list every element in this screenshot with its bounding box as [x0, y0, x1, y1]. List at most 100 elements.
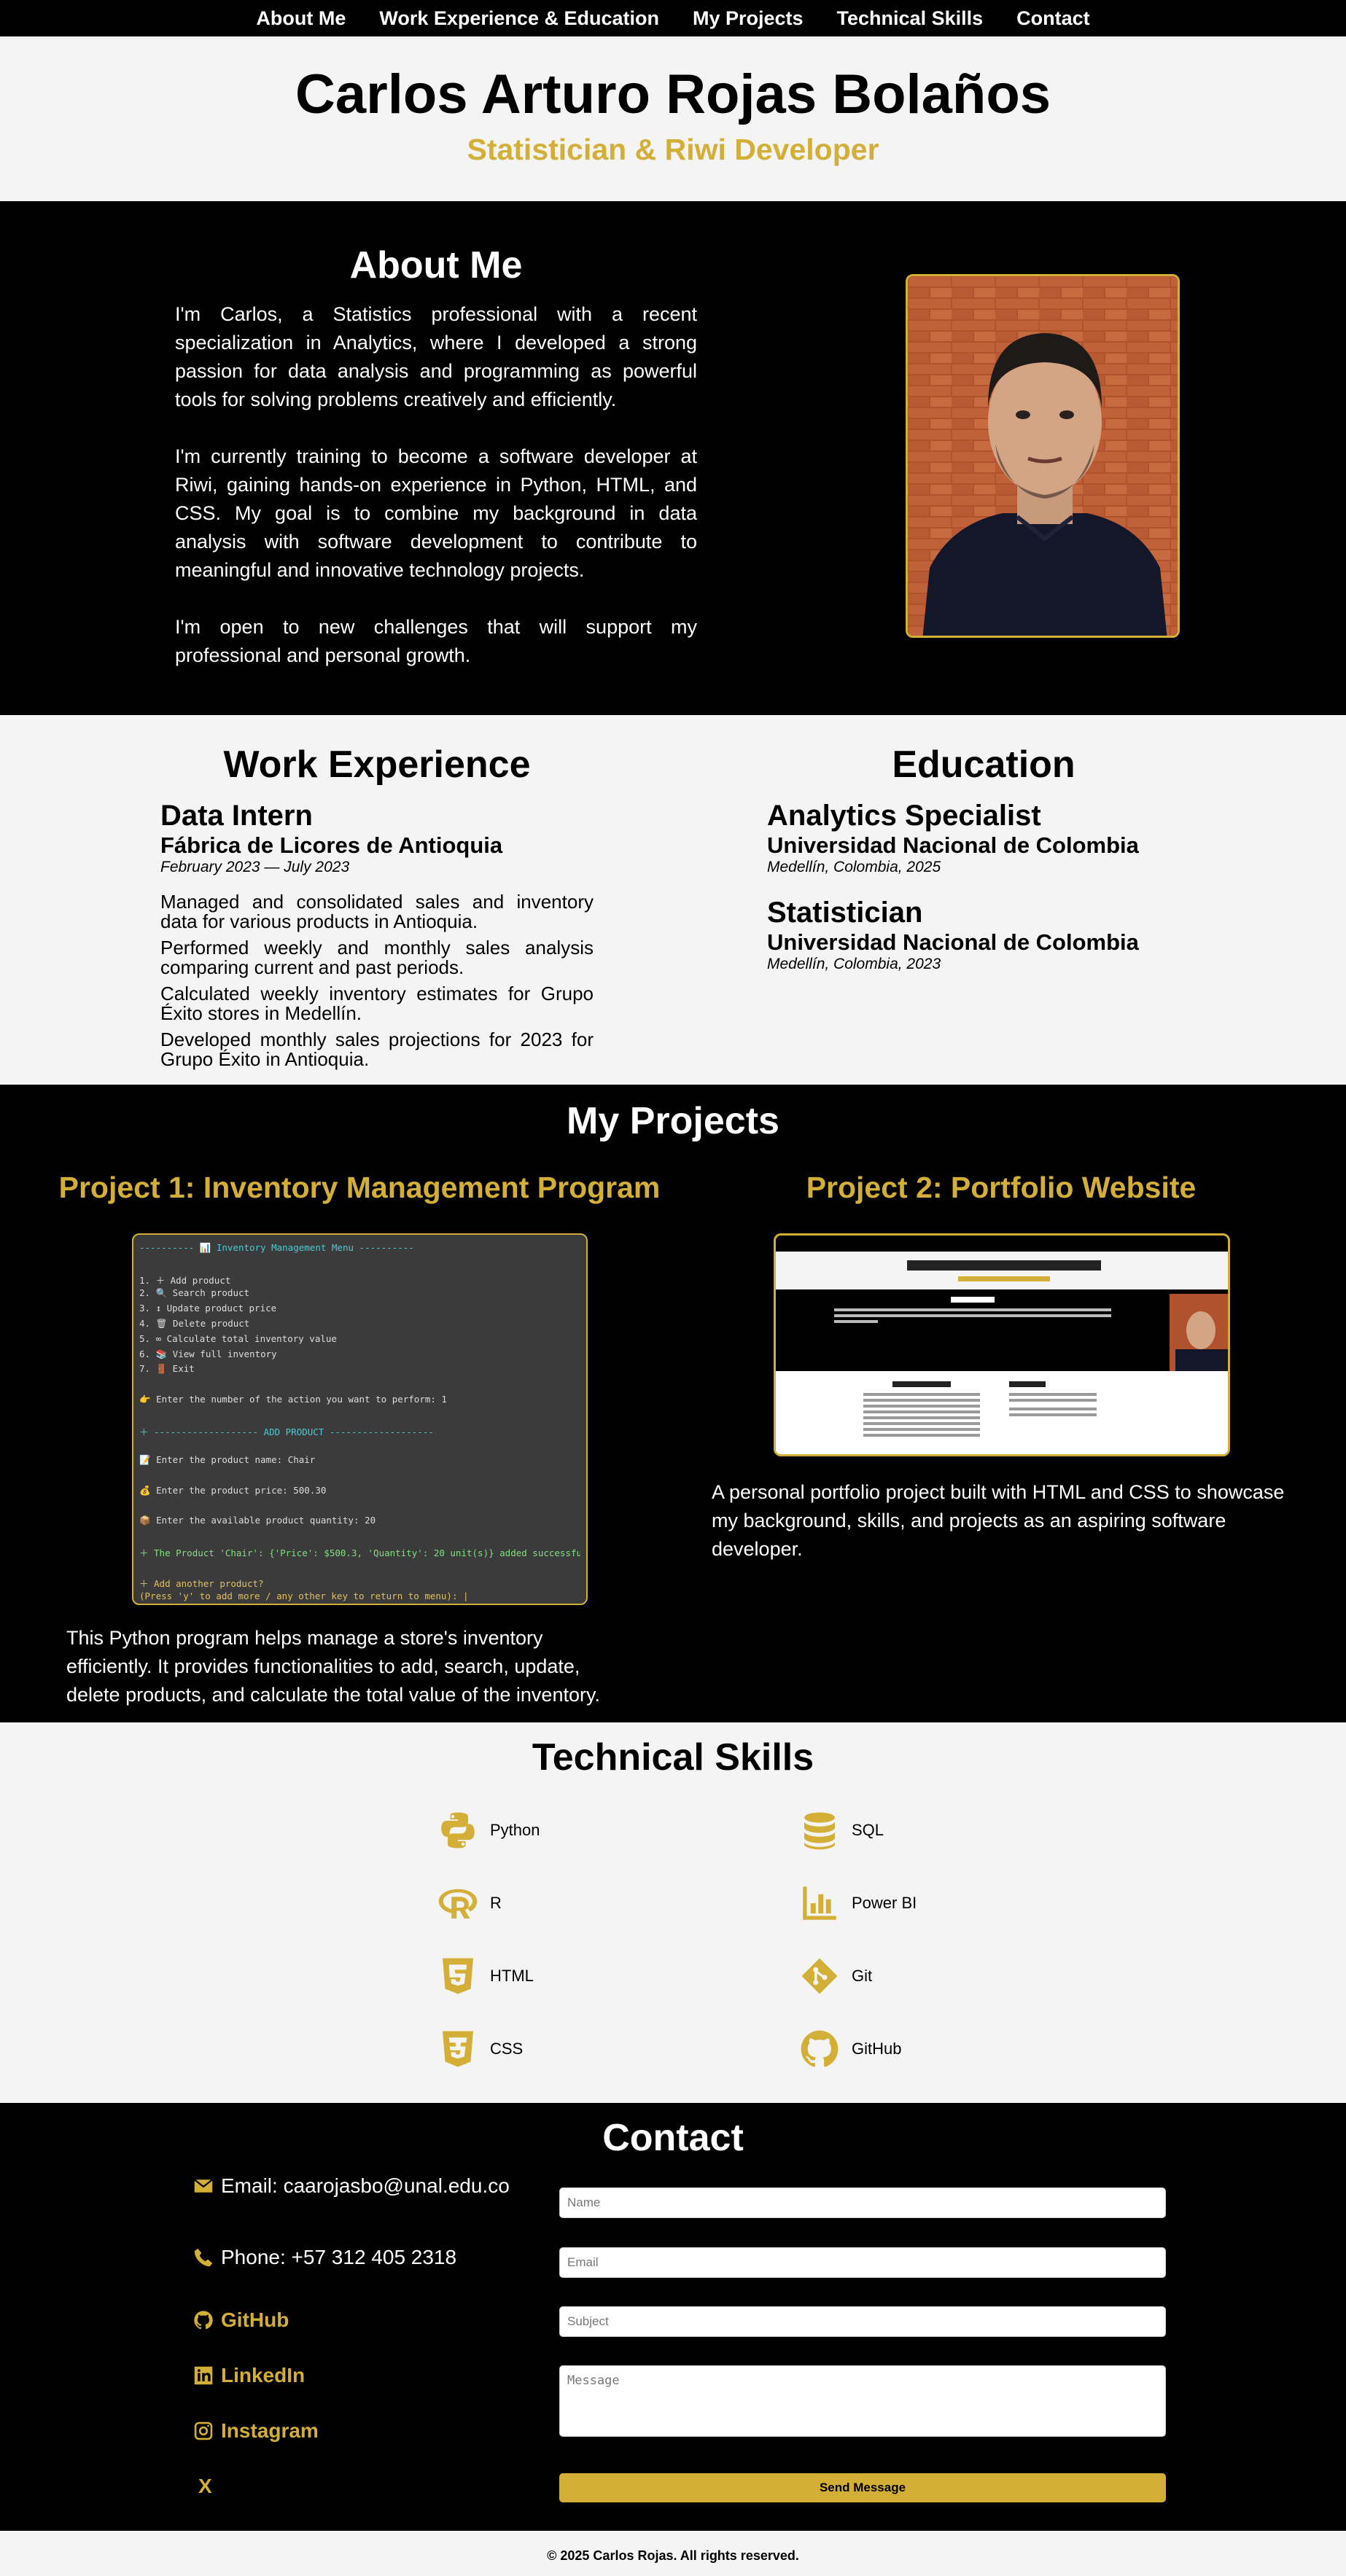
nav-link-projects[interactable]: My Projects — [693, 7, 804, 30]
contact-email-text: Email: caarojasbo@unal.edu.co — [221, 2174, 510, 2197]
terminal-line: ＋ ------------------- ADD PRODUCT ------… — [139, 1426, 434, 1437]
skill-label: HTML — [490, 1967, 534, 1985]
skill-r: R — [437, 1883, 502, 1924]
git-icon — [801, 1958, 838, 1994]
send-message-button[interactable]: Send Message — [559, 2473, 1166, 2502]
about-paragraph: I'm open to new challenges that will sup… — [175, 616, 697, 666]
work-title: Work Experience — [223, 743, 531, 786]
github-icon — [194, 2311, 213, 2330]
nav-link-about[interactable]: About Me — [256, 7, 346, 30]
linkedin-link-label: LinkedIn — [221, 2364, 306, 2386]
projects-section: My Projects Project 1: Inventory Managem… — [0, 1085, 1346, 1722]
terminal-line: (Press 'y' to add more / any other key t… — [139, 1591, 469, 1602]
nav-link-skills[interactable]: Technical Skills — [837, 7, 984, 30]
skill-html: HTML — [437, 1956, 534, 1997]
job-organization: Fábrica de Licores de Antioquia — [160, 832, 503, 858]
contact-section: Contact Email: caarojasbo@unal.edu.co Ph… — [0, 2103, 1346, 2531]
skill-label: Python — [490, 1821, 540, 1839]
linkedin-link[interactable]: LinkedIn — [193, 2364, 305, 2387]
page-header: Carlos Arturo Rojas Bolaños Statistician… — [0, 36, 1346, 201]
contact-title: Contact — [602, 2117, 744, 2159]
education-title: Education — [892, 743, 1075, 786]
page-title: Carlos Arturo Rojas Bolaños — [295, 63, 1051, 125]
terminal-line: 📦 Enter the available product quantity: … — [139, 1515, 376, 1526]
email-field[interactable] — [559, 2247, 1166, 2278]
education-meta: Medellín, Colombia, 2025 — [767, 859, 941, 875]
nav-link-work-education[interactable]: Work Experience & Education — [379, 7, 659, 30]
contact-phone: Phone: +57 312 405 2318 — [193, 2246, 456, 2269]
page-subtitle: Statistician & Riwi Developer — [467, 132, 879, 166]
powerbi-icon — [803, 1886, 836, 1920]
skills-title: Technical Skills — [532, 1736, 814, 1779]
school-name: Universidad Nacional de Colombia — [767, 832, 1139, 858]
skill-git: Git — [799, 1956, 872, 1997]
terminal-line: 5. ∞ Calculate total inventory value — [139, 1332, 337, 1344]
degree-title: Statistician — [767, 897, 923, 929]
linkedin-icon — [194, 2366, 213, 2385]
list-item: Performed weekly and monthly sales analy… — [160, 937, 594, 978]
envelope-icon — [194, 2179, 213, 2193]
python-icon — [441, 1812, 475, 1849]
skill-powerbi: Power BI — [799, 1883, 917, 1924]
nav-link-contact[interactable]: Contact — [1016, 7, 1090, 30]
terminal-line: ＋ Add another product? — [139, 1577, 264, 1589]
about-title: About Me — [349, 244, 523, 286]
work-education-section: Work Experience Education Data Intern Fá… — [0, 715, 1346, 1085]
about-section: About Me I'm Carlos, a Statistics profes… — [0, 201, 1346, 715]
skill-sql: SQL — [799, 1810, 884, 1851]
job-title: Data Intern — [160, 800, 313, 832]
about-paragraph: I'm Carlos, a Statistics professional wi… — [175, 303, 697, 410]
name-field[interactable] — [559, 2187, 1166, 2218]
skills-section: Technical Skills Python SQL R Power BI H… — [0, 1722, 1346, 2103]
education-list: Analytics Specialist Universidad Naciona… — [767, 800, 1205, 994]
terminal-line: 2. 🔍 Search product — [139, 1287, 250, 1299]
github-link-label: GitHub — [221, 2308, 289, 2331]
github-icon — [801, 2030, 839, 2067]
project-1-screenshot: ---------- 📊 Inventory Management Menu -… — [132, 1233, 588, 1605]
terminal-line: 3. ↕ Update product price — [139, 1303, 277, 1314]
x-link-label: X — [198, 2475, 212, 2497]
copyright-text: © 2025 Carlos Rojas. All rights reserved… — [547, 2548, 799, 2563]
phone-icon — [194, 2248, 213, 2267]
skill-label: GitHub — [852, 2040, 902, 2058]
work-experience: Data Intern Fábrica de Licores de Antioq… — [160, 800, 594, 1076]
skill-label: Git — [852, 1967, 873, 1985]
instagram-link[interactable]: Instagram — [193, 2419, 319, 2443]
r-icon — [438, 1889, 478, 1919]
job-dates: February 2023 — July 2023 — [160, 859, 350, 875]
terminal-line: 4. 🗑 Delete product — [139, 1317, 250, 1329]
terminal-line: 1. ＋ Add product — [139, 1274, 231, 1286]
skill-label: Power BI — [852, 1894, 917, 1912]
x-link[interactable]: X — [198, 2475, 212, 2498]
terminal-line: 💰 Enter the product price: 500.30 — [139, 1484, 327, 1496]
profile-photo — [906, 274, 1180, 638]
skill-github: GitHub — [799, 2029, 901, 2069]
html5-icon — [443, 1958, 473, 1994]
list-item: Calculated weekly inventory estimates fo… — [160, 983, 594, 1024]
education-meta: Medellín, Colombia, 2023 — [767, 956, 941, 972]
project-1-title: Project 1: Inventory Management Program — [58, 1171, 661, 1204]
skill-label: R — [490, 1894, 502, 1912]
message-field[interactable] — [559, 2365, 1166, 2437]
page-footer: © 2025 Carlos Rojas. All rights reserved… — [0, 2531, 1346, 2576]
terminal-line: 👉 Enter the number of the action you wan… — [139, 1393, 447, 1405]
skill-label: SQL — [852, 1821, 884, 1839]
about-text: I'm Carlos, a Statistics professional wi… — [175, 300, 697, 698]
github-link[interactable]: GitHub — [193, 2308, 289, 2332]
subject-field[interactable] — [559, 2306, 1166, 2337]
css3-icon — [443, 2031, 473, 2067]
terminal-line: 7. 🚪 Exit — [139, 1363, 195, 1375]
terminal-line: ＋ The Product 'Chair': {'Price': $500.3,… — [139, 1547, 580, 1558]
terminal-line: ---------- 📊 Inventory Management Menu -… — [139, 1242, 414, 1253]
project-1-description: This Python program helps manage a store… — [66, 1627, 600, 1706]
terminal-line: 6. 📚 View full inventory — [139, 1348, 277, 1359]
project-2-title: Project 2: Portfolio Website — [806, 1171, 1197, 1204]
